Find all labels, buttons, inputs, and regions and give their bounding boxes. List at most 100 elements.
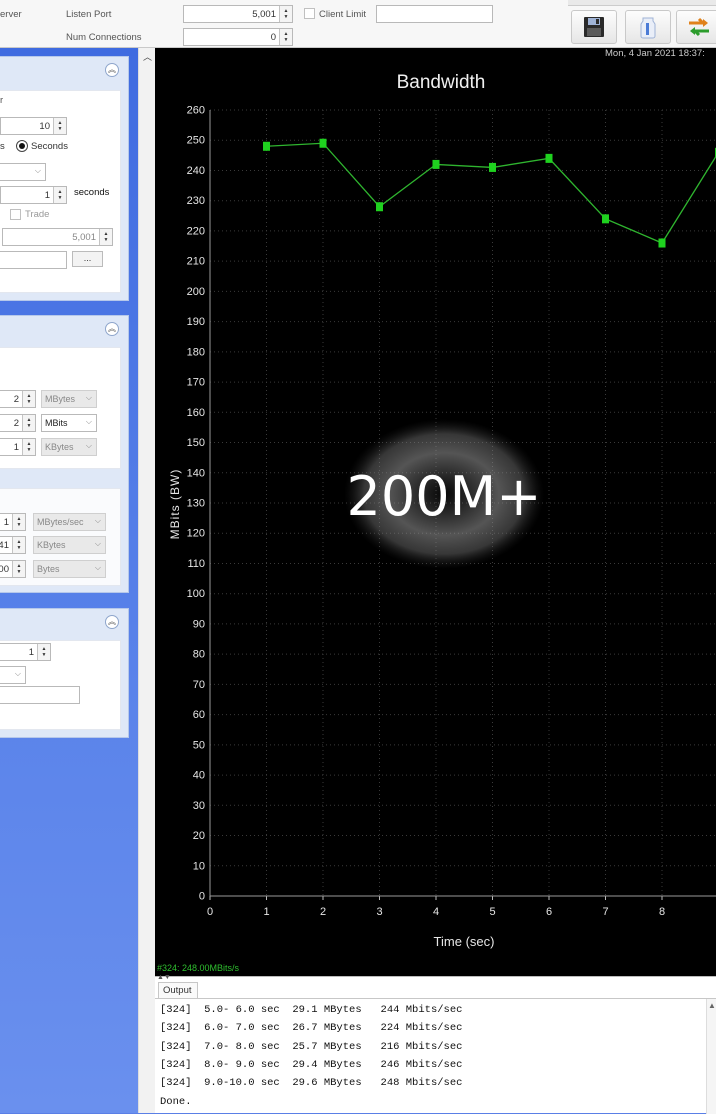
scroll-up-icon[interactable]: ︿ [143, 50, 152, 63]
y-tick-label: 250 [187, 135, 205, 147]
row-label-clipped: r [0, 95, 3, 106]
x-tick-label: 6 [546, 906, 552, 918]
bandwidth-spinner[interactable]: 2 ▲▼ [0, 414, 36, 432]
spinner-arrows-icon[interactable]: ▲▼ [37, 644, 50, 660]
tos-value: 1 [29, 647, 34, 658]
y-tick-label: 180 [187, 346, 205, 358]
text-input[interactable] [0, 686, 80, 704]
buffer-value: 2 [14, 394, 19, 405]
data-point [546, 154, 553, 163]
chevron-down-icon: ⌵ [86, 441, 92, 451]
trade-checkbox[interactable] [10, 209, 21, 220]
swap-button[interactable] [676, 10, 716, 44]
port-spinner[interactable]: 5,001 ▲▼ [2, 228, 113, 246]
x-tick-label: 3 [376, 906, 382, 918]
x-tick-label: 7 [602, 906, 608, 918]
port-value: 5,001 [72, 232, 96, 243]
save-button[interactable] [571, 10, 617, 44]
splitter-handle-icon[interactable]: ▲▼ [157, 974, 171, 981]
x-tick-label: 8 [659, 906, 665, 918]
y-tick-label: 260 [187, 105, 205, 117]
len-spinner[interactable]: 41 ▲▼ [0, 536, 26, 554]
spinner-arrows-icon[interactable]: ▲▼ [12, 561, 25, 577]
listen-port-value: 5,001 [252, 9, 276, 20]
num-connections-spinner[interactable]: 0 ▲▼ [183, 28, 293, 46]
spinner-arrows-icon[interactable]: ▲▼ [99, 229, 112, 245]
settings-group-2: ︽ 2 ▲▼ MBytes ⌵ 2 ▲▼ MBits ⌵ 1 ▲▼ [0, 315, 129, 593]
listen-port-spinner[interactable]: 5,001 ▲▼ [183, 5, 293, 23]
buffer-spinner[interactable]: 2 ▲▼ [0, 390, 36, 408]
browse-button[interactable]: ... [72, 251, 103, 267]
time-spinner[interactable]: 1 ▲▼ [0, 186, 67, 204]
data-point [263, 142, 270, 151]
seconds-radio-label: Seconds [31, 141, 68, 152]
file-path-input[interactable] [0, 251, 67, 269]
bandwidth-unit-dropdown[interactable]: MBits ⌵ [41, 414, 97, 432]
status-readout: #324: 248.00MBits/s [157, 963, 239, 973]
scroll-up-icon[interactable]: ▲ [708, 1001, 716, 1010]
interval-value: 10 [39, 121, 50, 132]
spinner-arrows-icon[interactable]: ▲▼ [12, 537, 25, 553]
data-point [376, 202, 383, 211]
window-unit-dropdown[interactable]: KBytes ⌵ [41, 438, 97, 456]
x-tick-label: 0 [207, 906, 213, 918]
len-unit-dropdown[interactable]: KBytes ⌵ [33, 536, 106, 554]
x-axis-label: Time (sec) [434, 934, 495, 949]
client-limit-checkbox[interactable] [304, 8, 315, 19]
output-scrollbar[interactable]: ▲ [706, 999, 716, 1114]
panel-scrollbar[interactable]: ︿ [138, 48, 155, 1113]
y-tick-label: 240 [187, 165, 205, 177]
spinner-arrows-icon[interactable]: ▲▼ [279, 29, 292, 45]
chevron-down-icon: ⌵ [15, 669, 21, 679]
mss-unit-dropdown[interactable]: Bytes ⌵ [33, 560, 106, 578]
interval-spinner[interactable]: 10 ▲▼ [0, 117, 67, 135]
collapse-icon[interactable]: ︽ [105, 615, 119, 629]
chevron-down-icon: ⌵ [95, 539, 101, 549]
client-limit-input[interactable] [376, 5, 493, 23]
clear-button[interactable] [625, 10, 671, 44]
y-tick-label: 50 [193, 739, 205, 751]
format-dropdown[interactable]: ⌵ [0, 163, 46, 181]
mss-spinner[interactable]: 00 ▲▼ [0, 560, 26, 578]
data-point [489, 163, 496, 172]
output-line: Done. [160, 1096, 192, 1108]
group-1-body: r 10 ▲▼ s Seconds ⌵ 1 ▲▼ seconds Trade 5… [0, 90, 121, 293]
time-value: 1 [45, 190, 50, 201]
chevron-down-icon: ⌵ [86, 417, 92, 427]
y-tick-label: 200 [187, 286, 205, 298]
spinner-arrows-icon[interactable]: ▲▼ [53, 187, 66, 203]
rate-spinner[interactable]: 1 ▲▼ [0, 513, 26, 531]
y-tick-label: 30 [193, 800, 205, 812]
bytes-radio-label: s [0, 141, 5, 152]
spinner-arrows-icon[interactable]: ▲▼ [53, 118, 66, 134]
tab-output[interactable]: Output [158, 982, 198, 998]
output-line: [324] 7.0- 8.0 sec 25.7 MBytes 216 Mbits… [160, 1041, 462, 1053]
chevron-down-icon: ⌵ [95, 563, 101, 573]
spinner-arrows-icon[interactable]: ▲▼ [22, 439, 35, 455]
spinner-arrows-icon[interactable]: ▲▼ [12, 514, 25, 530]
spinner-arrows-icon[interactable]: ▲▼ [22, 391, 35, 407]
spinner-arrows-icon[interactable]: ▲▼ [279, 6, 292, 22]
data-point [602, 214, 609, 223]
spinner-arrows-icon[interactable]: ▲▼ [22, 415, 35, 431]
floppy-disk-icon [583, 16, 605, 38]
option-dropdown[interactable]: ⌵ [0, 666, 26, 684]
window-spinner[interactable]: 1 ▲▼ [0, 438, 36, 456]
y-tick-label: 100 [187, 588, 205, 600]
seconds-radio[interactable] [16, 140, 28, 152]
num-connections-label: Num Connections [66, 32, 142, 43]
bandwidth-value: 2 [14, 418, 19, 429]
swap-arrows-icon [687, 16, 711, 38]
bandwidth-chart-panel: Mon, 4 Jan 2021 18:37: 01020304050607080… [155, 48, 716, 976]
y-tick-label: 20 [193, 830, 205, 842]
len-value: 41 [0, 540, 9, 551]
x-tick-label: 1 [263, 906, 269, 918]
buffer-unit-dropdown[interactable]: MBytes ⌵ [41, 390, 97, 408]
y-tick-label: 90 [193, 618, 205, 630]
rate-unit-dropdown[interactable]: MBytes/sec ⌵ [33, 513, 106, 531]
listen-port-label: Listen Port [66, 9, 111, 20]
output-tab-divider [155, 998, 716, 999]
collapse-icon[interactable]: ︽ [105, 322, 119, 336]
collapse-icon[interactable]: ︽ [105, 63, 119, 77]
tos-spinner[interactable]: 1 ▲▼ [0, 643, 51, 661]
